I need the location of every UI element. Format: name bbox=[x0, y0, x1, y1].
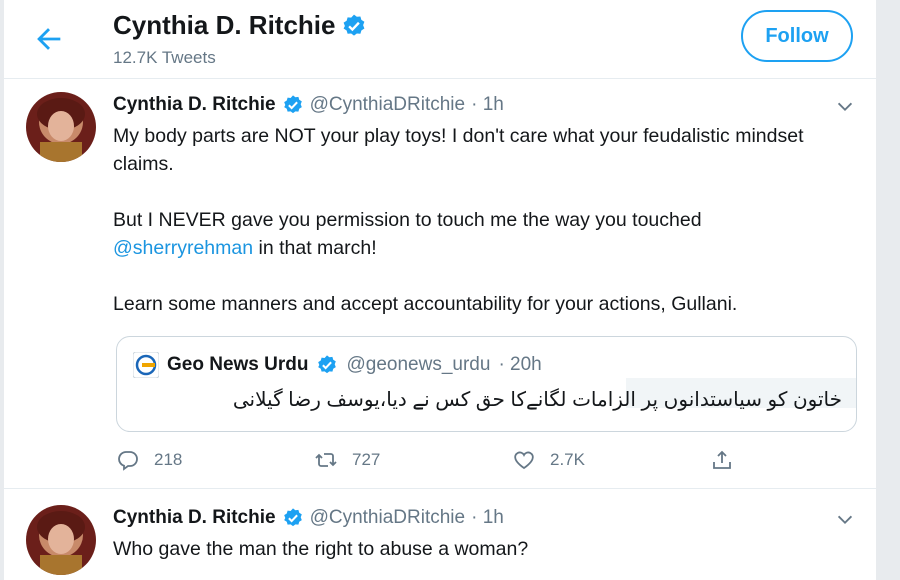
reply-icon bbox=[118, 451, 138, 471]
tweet-paragraph: But I NEVER gave you permission to touch… bbox=[113, 206, 853, 262]
author-name[interactable]: Cynthia D. Ritchie bbox=[113, 507, 276, 529]
verified-badge-icon bbox=[283, 508, 302, 527]
reply-button[interactable]: 218 bbox=[116, 448, 182, 472]
author-handle[interactable]: @CynthiaDRitchie bbox=[310, 507, 466, 529]
arrow-left-icon bbox=[37, 28, 61, 50]
mention-link[interactable]: @sherryrehman bbox=[113, 237, 253, 259]
tweet[interactable]: Cynthia D. Ritchie @CynthiaDRitchie · 1h… bbox=[4, 78, 876, 489]
quoted-author-handle: @geonews_urdu bbox=[346, 354, 491, 375]
tweet-menu-button[interactable] bbox=[834, 96, 856, 118]
avatar[interactable] bbox=[26, 92, 96, 162]
verified-badge-icon bbox=[344, 14, 365, 36]
share-button[interactable] bbox=[710, 448, 734, 472]
tweet-menu-button[interactable] bbox=[834, 509, 856, 531]
quoted-tweet[interactable]: Geo News Urdu @geonews_urdu · 20h خاتون … bbox=[116, 336, 857, 432]
profile-timeline-panel: Cynthia D. Ritchie 12.7K Tweets Follow C… bbox=[4, 0, 876, 580]
reply-count: 218 bbox=[154, 450, 183, 469]
tweet[interactable]: Cynthia D. Ritchie @CynthiaDRitchie · 1h… bbox=[4, 489, 876, 580]
like-button[interactable]: 2.7K bbox=[512, 448, 585, 472]
tweet-time[interactable]: · 1h bbox=[471, 507, 504, 529]
tweet-text-segment: in that march! bbox=[253, 237, 377, 259]
avatar-image bbox=[26, 505, 96, 575]
heart-icon bbox=[514, 451, 534, 470]
author-handle[interactable]: @CynthiaDRitchie bbox=[310, 94, 466, 116]
tweet-count: 12.7K Tweets bbox=[113, 48, 216, 67]
verified-badge-icon bbox=[318, 355, 337, 374]
retweet-icon bbox=[315, 453, 337, 467]
author-name[interactable]: Cynthia D. Ritchie bbox=[113, 94, 276, 116]
chevron-down-icon bbox=[837, 515, 853, 525]
tweet-actions: 218 727 2.7K bbox=[116, 448, 736, 476]
tweet-paragraph: Learn some manners and accept accountabi… bbox=[113, 293, 738, 315]
avatar[interactable] bbox=[26, 505, 96, 575]
profile-name-row: Cynthia D. Ritchie bbox=[113, 10, 367, 41]
profile-name: Cynthia D. Ritchie bbox=[113, 10, 336, 40]
quoted-tweet-time: · 20h bbox=[498, 354, 542, 375]
profile-header: Cynthia D. Ritchie 12.7K Tweets Follow bbox=[4, 0, 876, 79]
back-button[interactable] bbox=[32, 22, 66, 56]
tweet-time[interactable]: · 1h bbox=[471, 94, 504, 116]
tweet-text: Who gave the man the right to abuse a wo… bbox=[113, 538, 529, 560]
chevron-down-icon bbox=[837, 102, 853, 112]
tweet-meta: Cynthia D. Ritchie @CynthiaDRitchie · 1h bbox=[113, 94, 504, 116]
tweet-text-segment: But I NEVER gave you permission to touch… bbox=[113, 209, 702, 231]
geo-news-logo-icon bbox=[133, 352, 159, 378]
tweet-text: My body parts are NOT your play toys! I … bbox=[113, 122, 853, 318]
tweet-meta: Cynthia D. Ritchie @CynthiaDRitchie · 1h bbox=[113, 507, 504, 529]
tweet-paragraph: My body parts are NOT your play toys! I … bbox=[113, 125, 804, 175]
retweet-count: 727 bbox=[352, 450, 381, 469]
quoted-author-name: Geo News Urdu bbox=[167, 354, 309, 375]
avatar-image bbox=[26, 92, 96, 162]
like-count: 2.7K bbox=[550, 450, 585, 469]
retweet-button[interactable]: 727 bbox=[314, 448, 380, 472]
verified-badge-icon bbox=[283, 95, 302, 114]
quoted-tweet-meta: Geo News Urdu @geonews_urdu · 20h bbox=[133, 352, 542, 378]
follow-button[interactable]: Follow bbox=[741, 10, 853, 62]
page-background-strip bbox=[876, 0, 900, 580]
quoted-tweet-text: خاتون کو سیاستدانوں پر الزامات لگانےکا ح… bbox=[232, 389, 842, 411]
share-icon bbox=[713, 450, 731, 469]
